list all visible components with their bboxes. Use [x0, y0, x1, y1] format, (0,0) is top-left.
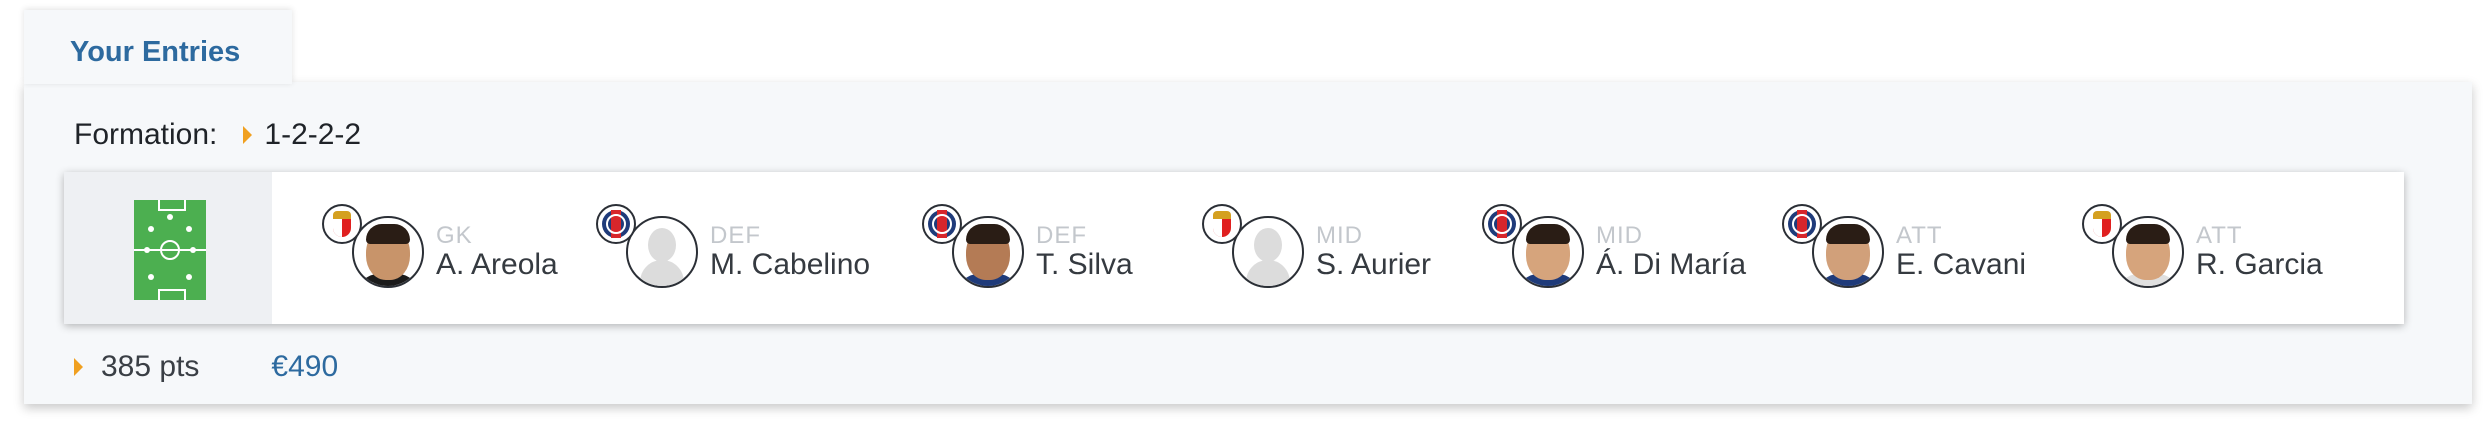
player-placeholder-icon [1232, 216, 1304, 288]
player-avatar [1512, 216, 1584, 288]
player-name[interactable]: E. Cavani [1896, 248, 2026, 282]
player-position: ATT [2196, 222, 2243, 249]
player-avatar [952, 216, 1024, 288]
caret-right-icon [243, 126, 253, 144]
soccer-pitch-icon [134, 200, 206, 300]
entry-summary: 385 pts €490 [74, 350, 338, 384]
player-name[interactable]: M. Cabelino [710, 248, 870, 282]
player-avatar [352, 216, 424, 288]
player-placeholder-icon [626, 216, 698, 288]
monaco-crest-icon [2082, 204, 2122, 244]
player-position: MID [1596, 222, 1643, 249]
player-avatar [2112, 216, 2184, 288]
monaco-crest-icon [1202, 204, 1242, 244]
lineup-card: GK A. Areola DEF M. Cabelino DEF T. Silva MID S… [64, 172, 2404, 324]
formation-value[interactable]: 1-2-2-2 [264, 118, 361, 152]
player-name[interactable]: A. Areola [436, 248, 558, 282]
psg-crest-icon [596, 204, 636, 244]
psg-crest-icon [1482, 204, 1522, 244]
formation-label: Formation: [74, 118, 218, 151]
pitch-box [64, 172, 272, 324]
player-position: DEF [1036, 222, 1087, 249]
player-position: MID [1316, 222, 1363, 249]
monaco-crest-icon [322, 204, 362, 244]
points-total: 385 pts [101, 350, 200, 383]
caret-right-icon [74, 358, 83, 376]
psg-crest-icon [922, 204, 962, 244]
player-position: GK [436, 222, 473, 249]
team-value[interactable]: €490 [271, 350, 338, 384]
player-name[interactable]: S. Aurier [1316, 248, 1431, 282]
tab-your-entries-label: Your Entries [70, 36, 241, 68]
player-name[interactable]: T. Silva [1036, 248, 1133, 282]
player-name[interactable]: Á. Di María [1596, 248, 1746, 282]
player-position: ATT [1896, 222, 1943, 249]
player-avatar [1812, 216, 1884, 288]
formation-row: Formation: 1-2-2-2 [74, 118, 361, 152]
psg-crest-icon [1782, 204, 1822, 244]
player-name[interactable]: R. Garcia [2196, 248, 2323, 282]
player-position: DEF [710, 222, 761, 249]
